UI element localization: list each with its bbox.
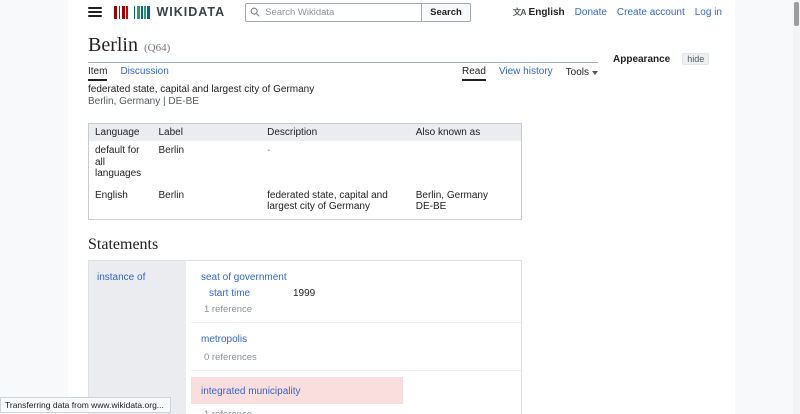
namespace-tabs: Item Discussion — [88, 66, 169, 81]
col-label: Label — [152, 124, 261, 142]
page-body: Berlin (Q64) Item Discussion Read View hi… — [68, 24, 735, 414]
claim-value-link[interactable]: metropolis — [201, 334, 247, 345]
statement-claim: seat of government start time1999 1 refere… — [191, 261, 521, 323]
entity-label: Berlin — [88, 34, 138, 56]
statement-claim: integrated municipality 1 reference — [191, 371, 521, 414]
claim-value-link[interactable]: integrated municipality — [201, 386, 301, 397]
language-selector[interactable]: 文A English — [513, 6, 565, 18]
log-in-link[interactable]: Log in — [695, 7, 722, 18]
entity-aliases: Berlin, Germany | DE-BE — [88, 96, 598, 108]
search-button[interactable]: Search — [421, 3, 471, 22]
terms-table-row: default for all languagesBerlin- — [89, 141, 522, 186]
wikidata-logo[interactable]: WIKIDATA — [114, 5, 225, 19]
entity-description: federated state, capital and largest cit… — [88, 84, 598, 96]
col-description: Description — [261, 124, 410, 142]
wikidata-logo-bars-icon — [114, 6, 152, 19]
col-language: Language — [89, 124, 153, 142]
language-icon: 文A — [513, 6, 526, 18]
terms-cell: default for all languages — [89, 141, 153, 186]
terms-cell — [410, 141, 522, 186]
claim-main: seat of government — [191, 267, 521, 285]
search-input[interactable] — [245, 3, 422, 22]
search-icon — [250, 7, 260, 17]
terms-table: Language Label Description Also known as… — [88, 123, 522, 220]
scrollbar-thumb[interactable] — [794, 2, 799, 26]
create-account-link[interactable]: Create account — [617, 7, 685, 18]
claim-value-link[interactable]: seat of government — [201, 272, 287, 283]
wikidata-page: WIKIDATA Search 文A English Donate Create… — [0, 0, 800, 414]
tabs-row: Item Discussion Read View history Tools — [88, 63, 598, 80]
status-bar: Transferring data from www.wikidata.org.… — [0, 397, 171, 413]
property-cell: instance of — [89, 261, 186, 414]
appearance-hide-button[interactable]: hide — [682, 53, 709, 65]
terms-cell: Berlin, Germany DE-BE — [410, 186, 522, 220]
donate-link[interactable]: Donate — [575, 7, 607, 18]
property-link[interactable]: instance of — [97, 272, 145, 283]
tab-discussion[interactable]: Discussion — [120, 66, 168, 81]
statements-heading: Statements — [88, 236, 598, 254]
claim-main: metropolis — [191, 329, 521, 347]
qualifier-property-link[interactable]: start time — [209, 288, 293, 299]
tools-menu[interactable]: Tools — [566, 66, 598, 81]
main-menu-icon[interactable] — [88, 5, 102, 19]
entity-qid: (Q64) — [144, 42, 170, 54]
claim-references-toggle[interactable]: 0 references — [191, 352, 521, 363]
tools-label: Tools — [566, 67, 589, 78]
terms-table-row: EnglishBerlinfederated state, capital an… — [89, 186, 522, 220]
language-label: English — [529, 7, 565, 18]
qualifier-value: 1999 — [293, 288, 315, 299]
main-column: Berlin (Q64) Item Discussion Read View hi… — [88, 35, 598, 414]
content-column: WIKIDATA Search 文A English Donate Create… — [68, 0, 735, 414]
terms-cell: Berlin — [152, 186, 261, 220]
tab-read[interactable]: Read — [462, 66, 486, 81]
search-area: Search — [245, 2, 471, 22]
claim-main-highlighted: integrated municipality — [191, 377, 403, 404]
claim-references-toggle[interactable]: 1 reference — [191, 409, 521, 414]
tab-view-history[interactable]: View history — [499, 66, 553, 81]
chevron-down-icon — [592, 71, 598, 75]
vertical-scrollbar[interactable] — [793, 0, 800, 414]
terms-cell: federated state, capital and largest cit… — [261, 186, 410, 220]
site-header: WIKIDATA Search 文A English Donate Create… — [68, 0, 735, 24]
appearance-title: Appearance — [613, 54, 670, 65]
entity-summary: federated state, capital and largest cit… — [88, 84, 598, 107]
statement-group: instance of seat of government start time… — [88, 260, 522, 414]
wikidata-logo-text: WIKIDATA — [157, 5, 226, 19]
terms-cell: Berlin — [152, 141, 261, 186]
page-title: Berlin (Q64) — [88, 35, 598, 63]
claims-list: seat of government start time1999 1 refere… — [191, 261, 521, 414]
statement-claim: metropolis 0 references — [191, 323, 521, 371]
appearance-panel: Appearance hide — [613, 53, 709, 65]
view-tabs: Read View history Tools — [462, 66, 598, 81]
col-also-known-as: Also known as — [410, 124, 522, 142]
terms-cell: English — [89, 186, 153, 220]
header-user-links: 文A English Donate Create account Log in — [513, 6, 722, 18]
claim-qualifier: start time1999 — [209, 288, 521, 299]
tab-item[interactable]: Item — [88, 66, 107, 81]
claim-references-toggle[interactable]: 1 reference — [191, 304, 521, 315]
terms-table-header-row: Language Label Description Also known as — [89, 124, 522, 142]
terms-table-body: default for all languagesBerlin-EnglishB… — [89, 141, 522, 219]
terms-cell: - — [261, 141, 410, 186]
